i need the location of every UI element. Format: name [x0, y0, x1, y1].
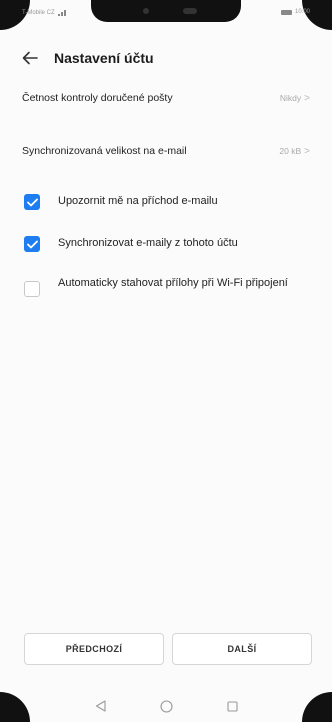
option-label: Synchronizovat e-maily z tohoto účtu [58, 237, 238, 249]
carrier-info: T-Mobile CZ [22, 9, 68, 16]
bottom-buttons: PŘEDCHOZÍ DALŠÍ [24, 633, 312, 665]
phone-frame: T-Mobile CZ 10:00 Nastavení účtu Četnost… [0, 0, 332, 722]
option-label: Automaticky stahovat přílohy při Wi-Fi p… [58, 277, 288, 289]
status-bar: T-Mobile CZ 10:00 [0, 0, 332, 28]
signal-icon [57, 9, 68, 16]
app-header: Nastavení účtu [0, 40, 332, 76]
setting-value: Nikdy > [280, 93, 310, 104]
camera-notch [91, 0, 241, 22]
next-button[interactable]: DALŠÍ [172, 633, 312, 665]
previous-button[interactable]: PŘEDCHOZÍ [24, 633, 164, 665]
speaker-icon [183, 8, 197, 14]
chevron-right-icon: > [304, 145, 310, 157]
option-notify-new-email[interactable]: Upozornit mě na příchod e-mailu [24, 194, 310, 210]
page-title: Nastavení účtu [54, 50, 154, 66]
navigation-bar [0, 690, 332, 722]
battery-info: 10:00 [280, 9, 310, 15]
checkbox-unchecked[interactable] [24, 281, 40, 297]
back-arrow-icon[interactable] [20, 48, 40, 68]
screen [0, 0, 332, 722]
setting-sync-size[interactable]: Synchronizovaná velikost na e-mail 20 kB… [22, 145, 310, 157]
option-sync-emails[interactable]: Synchronizovat e-maily z tohoto účtu [24, 236, 310, 252]
carrier-name: T-Mobile CZ [22, 9, 55, 16]
chevron-right-icon: > [304, 92, 310, 104]
triangle-back-icon[interactable] [93, 699, 107, 713]
checkbox-checked[interactable] [24, 236, 40, 252]
setting-label: Synchronizovaná velikost na e-mail [22, 145, 187, 157]
camera-icon [143, 8, 149, 14]
setting-label: Četnost kontroly doručené pošty [22, 92, 173, 104]
setting-value-text: Nikdy [279, 93, 302, 103]
option-label: Upozornit mě na příchod e-mailu [58, 195, 218, 207]
setting-check-frequency[interactable]: Četnost kontroly doručené pošty Nikdy > [22, 92, 310, 104]
setting-value: 20 kB > [279, 146, 310, 157]
status-time: 10:00 [294, 9, 310, 15]
setting-value-text: 20 kB [279, 146, 302, 156]
checkbox-checked[interactable] [24, 194, 40, 210]
circle-home-icon[interactable] [159, 699, 173, 713]
option-auto-download-attachments[interactable]: Automaticky stahovat přílohy při Wi-Fi p… [24, 276, 310, 297]
battery-icon [280, 9, 292, 15]
square-recent-icon[interactable] [225, 699, 239, 713]
